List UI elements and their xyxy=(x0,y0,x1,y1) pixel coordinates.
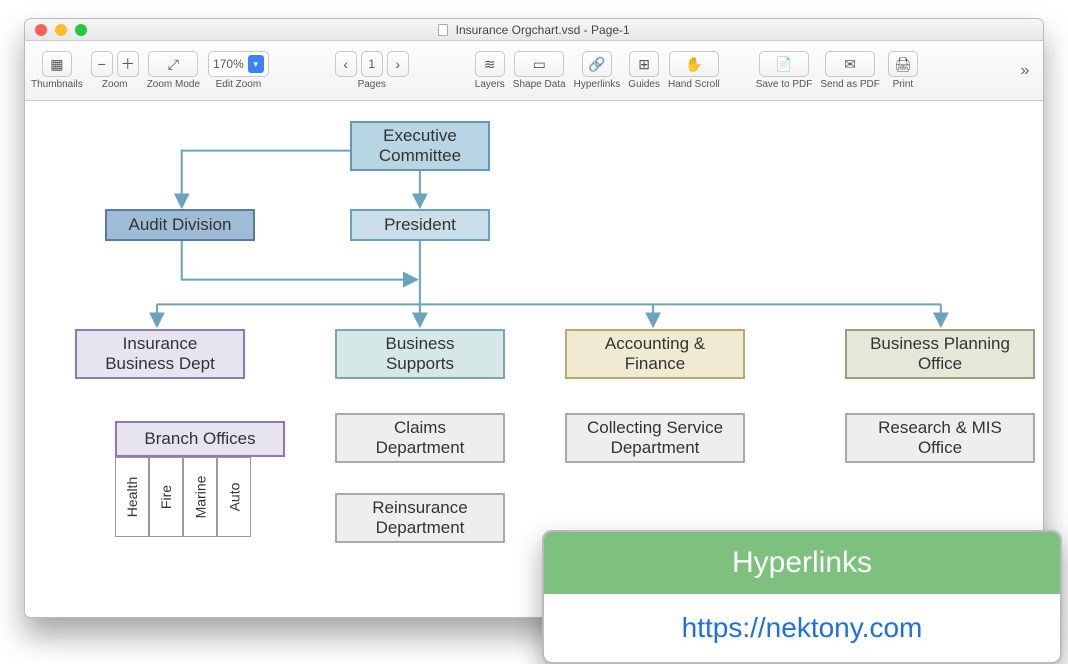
toolbar: ▦ Thumbnails − ＋ Zoom ⤢ Zoom Mode 170% ▾… xyxy=(25,41,1043,101)
hand-icon: ✋ xyxy=(685,56,702,73)
node-president[interactable]: President xyxy=(350,209,490,241)
guides-label: Guides xyxy=(628,79,660,90)
guides-button[interactable]: ⊞ xyxy=(629,51,659,77)
window-title: Insurance Orgchart.vsd - Page-1 xyxy=(25,23,1043,37)
print-button[interactable]: 🖨 xyxy=(888,51,918,77)
zoom-label: Zoom xyxy=(102,79,128,90)
shape-data-label: Shape Data xyxy=(513,79,566,90)
layers-icon: ≋ xyxy=(484,56,496,73)
zoom-out-button[interactable]: − xyxy=(91,51,113,77)
minimize-button[interactable] xyxy=(55,24,67,36)
zoom-mode-label: Zoom Mode xyxy=(147,79,200,90)
hyperlinks-popup: Hyperlinks https://nektony.com xyxy=(542,530,1062,664)
shape-data-icon: ▭ xyxy=(533,56,546,73)
print-label: Print xyxy=(893,79,914,90)
node-branch-offices[interactable]: Branch Offices xyxy=(115,421,285,457)
hand-scroll-button[interactable]: ✋ xyxy=(669,51,719,77)
node-business-supports[interactable]: Business Supports xyxy=(335,329,505,379)
branch-type-fire[interactable]: Fire xyxy=(149,457,183,537)
page-number-field[interactable]: 1 xyxy=(361,51,383,77)
hand-scroll-label: Hand Scroll xyxy=(668,79,720,90)
popup-url[interactable]: https://nektony.com xyxy=(544,594,1060,662)
node-reinsurance-dept[interactable]: Reinsurance Department xyxy=(335,493,505,543)
pdf-icon: 📄 xyxy=(775,56,792,73)
toolbar-overflow-button[interactable]: » xyxy=(1013,59,1037,83)
shape-data-button[interactable]: ▭ xyxy=(514,51,564,77)
edit-zoom-label: Edit Zoom xyxy=(216,79,262,90)
branch-types-row: Health Fire Marine Auto xyxy=(115,457,251,537)
hyperlinks-button[interactable]: 🔗 xyxy=(582,51,612,77)
window-controls xyxy=(35,24,87,36)
chevron-right-icon: › xyxy=(395,56,400,72)
fullscreen-button[interactable] xyxy=(75,24,87,36)
chevron-down-icon: ▾ xyxy=(248,55,264,73)
zoom-in-button[interactable]: ＋ xyxy=(117,51,139,77)
titlebar: Insurance Orgchart.vsd - Page-1 xyxy=(25,19,1043,41)
close-button[interactable] xyxy=(35,24,47,36)
save-pdf-label: Save to PDF xyxy=(756,79,813,90)
link-icon: 🔗 xyxy=(588,56,605,73)
branch-type-auto[interactable]: Auto xyxy=(217,457,251,537)
node-insurance-business[interactable]: Insurance Business Dept xyxy=(75,329,245,379)
pages-label: Pages xyxy=(358,79,386,90)
thumbnails-label: Thumbnails xyxy=(31,79,83,90)
send-pdf-button[interactable]: ✉︎ xyxy=(825,51,875,77)
prev-page-button[interactable]: ‹ xyxy=(335,51,357,77)
node-business-planning[interactable]: Business Planning Office xyxy=(845,329,1035,379)
node-research-mis[interactable]: Research & MIS Office xyxy=(845,413,1035,463)
zoom-level-value: 170% xyxy=(213,57,244,71)
guides-icon: ⊞ xyxy=(638,56,650,73)
node-audit-division[interactable]: Audit Division xyxy=(105,209,255,241)
popup-title: Hyperlinks xyxy=(544,532,1060,594)
app-window: Insurance Orgchart.vsd - Page-1 ▦ Thumbn… xyxy=(24,18,1044,618)
file-icon xyxy=(438,24,448,36)
layers-label: Layers xyxy=(475,79,505,90)
chevron-left-icon: ‹ xyxy=(343,56,348,72)
hyperlinks-label: Hyperlinks xyxy=(574,79,621,90)
printer-icon: 🖨 xyxy=(894,56,912,73)
node-collecting-service[interactable]: Collecting Service Department xyxy=(565,413,745,463)
send-pdf-label: Send as PDF xyxy=(820,79,879,90)
next-page-button[interactable]: › xyxy=(387,51,409,77)
window-title-text: Insurance Orgchart.vsd - Page-1 xyxy=(456,23,630,37)
zoom-in-icon: ＋ xyxy=(121,54,135,74)
zoom-out-icon: − xyxy=(98,56,106,72)
branch-type-marine[interactable]: Marine xyxy=(183,457,217,537)
branch-type-health[interactable]: Health xyxy=(115,457,149,537)
thumbnails-button[interactable]: ▦ xyxy=(42,51,72,77)
layers-button[interactable]: ≋ xyxy=(475,51,505,77)
chevron-right-double-icon: » xyxy=(1021,62,1030,80)
zoom-level-select[interactable]: 170% ▾ xyxy=(208,51,269,77)
save-pdf-button[interactable]: 📄 xyxy=(759,51,809,77)
zoom-mode-button[interactable]: ⤢ xyxy=(148,51,198,77)
node-executive-committee[interactable]: Executive Committee xyxy=(350,121,490,171)
node-accounting-finance[interactable]: Accounting & Finance xyxy=(565,329,745,379)
node-claims-dept[interactable]: Claims Department xyxy=(335,413,505,463)
send-icon: ✉︎ xyxy=(844,56,856,73)
